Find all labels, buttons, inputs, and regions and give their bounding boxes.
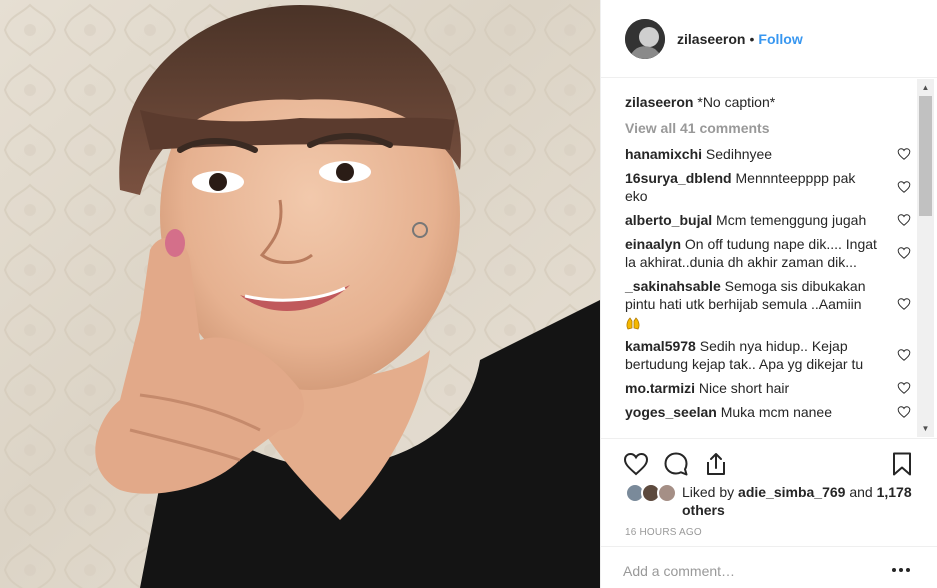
photo-illustration xyxy=(0,0,600,588)
likes-conjunction: and xyxy=(849,484,873,500)
author-avatar[interactable] xyxy=(625,18,665,59)
add-comment-input[interactable] xyxy=(623,561,873,581)
comment-username[interactable]: hanamixchi xyxy=(625,146,702,162)
comment-username[interactable]: alberto_bujal xyxy=(625,212,712,228)
comment-bubble-icon[interactable] xyxy=(663,451,689,477)
likes-summary: Liked by adie_simba_769 and 1,178 others xyxy=(625,483,925,523)
comment-username[interactable]: einaalyn xyxy=(625,236,681,252)
comment-username[interactable]: 16surya_dblend xyxy=(625,170,732,186)
scroll-up-arrow-icon[interactable]: ▲ xyxy=(917,79,934,96)
scrollbar-thumb[interactable] xyxy=(919,96,932,216)
header-separator: • xyxy=(749,30,755,47)
small-heart-icon[interactable] xyxy=(897,147,911,161)
comment-item: alberto_bujal Mcm temenggung jugah xyxy=(625,211,921,229)
small-heart-icon[interactable] xyxy=(897,246,911,260)
small-heart-icon[interactable] xyxy=(897,348,911,362)
comments-list[interactable]: zilaseeron *No caption* View all 41 comm… xyxy=(601,79,921,437)
small-heart-icon[interactable] xyxy=(897,405,911,419)
caption-text: *No caption* xyxy=(697,94,776,110)
comment-item: kamal5978 Sedih nya hidup.. Kejap bertud… xyxy=(625,337,921,373)
bookmark-icon[interactable] xyxy=(889,451,915,477)
comment-text: Mcm temenggung jugah xyxy=(716,212,867,228)
praying-hands-emoji xyxy=(626,317,640,330)
caption: zilaseeron *No caption* xyxy=(625,93,921,111)
comment-text: Nice short hair xyxy=(698,380,790,397)
comment-username[interactable]: kamal5978 xyxy=(625,338,696,354)
comment-text: Sedihnyee xyxy=(705,146,773,162)
comment-username[interactable]: yoges_seelan xyxy=(625,404,717,420)
comment-item: hanamixchi Sedihnyee xyxy=(625,145,921,163)
liker-avatars[interactable] xyxy=(625,483,681,503)
view-all-comments-link[interactable]: View all 41 comments xyxy=(625,119,921,137)
likes-text: Liked by adie_simba_769 and 1,178 others xyxy=(682,483,912,519)
small-heart-icon[interactable] xyxy=(897,381,911,395)
comment-username[interactable]: mo.tarmizi xyxy=(625,380,695,396)
share-icon[interactable] xyxy=(703,451,729,477)
more-options-icon[interactable] xyxy=(891,565,911,575)
comment-username[interactable]: _sakinahsable xyxy=(625,278,721,294)
comment-item: yoges_seelan Muka mcm nanee xyxy=(625,403,921,421)
add-comment-bar xyxy=(601,546,937,588)
comments-scrollbar[interactable]: ▲ ▼ xyxy=(917,79,934,437)
small-heart-icon[interactable] xyxy=(897,180,911,194)
comment-item: mo.tarmizi Nice short hair xyxy=(625,379,921,397)
author-avatar-image xyxy=(625,18,665,59)
small-heart-icon[interactable] xyxy=(897,297,911,311)
comment-item: 16surya_dblend Mennnteepppp pak eko xyxy=(625,169,921,205)
post-header: zilaseeron • Follow xyxy=(601,0,937,78)
caption-username[interactable]: zilaseeron xyxy=(625,94,693,110)
comment-item: einaalyn On off tudung nape dik.... Inga… xyxy=(625,235,921,271)
follow-button[interactable]: Follow xyxy=(758,31,802,47)
scroll-down-arrow-icon[interactable]: ▼ xyxy=(917,420,934,437)
likes-prefix: Liked by xyxy=(682,484,735,500)
liker-username[interactable]: adie_simba_769 xyxy=(738,484,845,500)
liker-avatar xyxy=(657,483,677,503)
heart-icon[interactable] xyxy=(623,451,649,477)
post-side-panel: zilaseeron • Follow zilaseeron *No capti… xyxy=(600,0,937,588)
post-actions-bar xyxy=(601,438,937,486)
comment-text: Muka mcm nanee xyxy=(720,404,833,421)
author-username[interactable]: zilaseeron xyxy=(677,31,745,47)
post-photo[interactable] xyxy=(0,0,600,588)
comment-item: _sakinahsable Semoga sis dibukakan pintu… xyxy=(625,277,921,331)
small-heart-icon[interactable] xyxy=(897,213,911,227)
instagram-post-modal: zilaseeron • Follow zilaseeron *No capti… xyxy=(0,0,937,588)
post-timestamp[interactable]: 16 HOURS AGO xyxy=(625,527,702,538)
